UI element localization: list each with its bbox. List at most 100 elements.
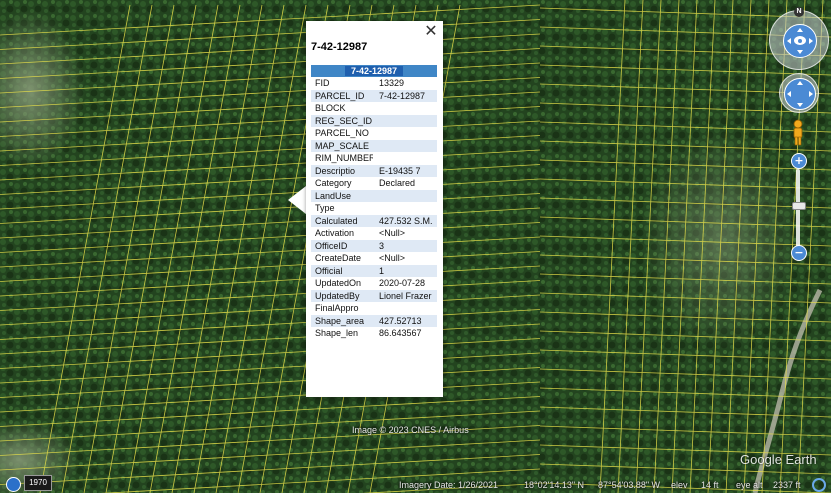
attribute-row: FinalAppro	[311, 302, 437, 315]
arrow-down-icon	[797, 50, 803, 54]
zoom-slider[interactable]: + −	[789, 153, 807, 261]
timeline-year[interactable]: 1970	[24, 475, 52, 491]
status-bar: Imagery Date: 1/26/2021 18°02'14.13" N 8…	[396, 478, 831, 493]
attribute-label: FinalAppro	[315, 303, 359, 314]
google-earth-logo: Google Earth	[740, 452, 817, 467]
attribute-row: Type	[311, 202, 437, 215]
arrow-up-icon	[797, 28, 803, 32]
historical-imagery-icon[interactable]	[6, 477, 21, 492]
attribute-value	[373, 102, 437, 115]
elev-label: elev	[671, 480, 688, 490]
attribute-row: Official 1	[311, 264, 438, 277]
attribute-label: BLOCK	[315, 103, 346, 114]
attribute-row: LandUse	[311, 189, 438, 202]
zoom-thumb[interactable]	[792, 202, 806, 210]
attribute-row: RIM_NUMBER	[311, 152, 437, 165]
attribute-row: Calculated 427.532 S.M.	[311, 214, 438, 227]
zoom-in-button[interactable]: +	[791, 153, 807, 169]
attribute-value	[373, 202, 437, 215]
attribute-label: REG_SEC_ID	[311, 114, 373, 127]
arrow-left-icon	[787, 38, 791, 44]
attribute-row: CreateDate <Null>	[311, 252, 437, 265]
attribute-value	[373, 302, 437, 315]
zoom-out-button[interactable]: −	[791, 245, 807, 261]
attribute-table: 7-42-12987 FID 13329 PARCEL_ID 7-42-12987 BL…	[311, 65, 438, 340]
attribute-row: REG_SEC_ID	[311, 114, 438, 127]
attribute-value: <Null>	[379, 253, 406, 264]
latitude: 18°02'14.13" N	[524, 480, 585, 490]
attribute-label: LandUse	[311, 189, 373, 202]
attribute-value: 13329	[379, 78, 405, 89]
attribute-row: UpdatedBy Lionel Frazer	[311, 289, 438, 302]
look-joystick[interactable]	[783, 24, 817, 58]
attribute-row: FID 13329	[311, 77, 437, 90]
arrow-left-icon	[787, 91, 791, 97]
attribute-row: Shape_area 427.52713	[311, 314, 438, 327]
street-view-pegman-icon[interactable]	[791, 119, 805, 147]
eye-alt-label: eye alt	[736, 480, 763, 490]
attribute-label: RIM_NUMBER	[315, 153, 373, 164]
elev-value: 14 ft	[701, 480, 719, 490]
attribute-label: UpdatedOn	[315, 278, 362, 289]
attribute-label: FID	[315, 78, 330, 89]
attribute-value: 2020-07-28	[379, 278, 426, 289]
attribute-row: MAP_SCALE	[311, 139, 438, 152]
attribute-label: Calculated	[311, 214, 373, 227]
imagery-copyright: Image © 2023 CNES / Airbus	[352, 425, 469, 435]
attribute-value: 427.532 S.M.	[373, 214, 438, 227]
arrow-right-icon	[809, 38, 813, 44]
attribute-label: Type	[315, 203, 335, 214]
arrow-right-icon	[809, 91, 813, 97]
north-indicator[interactable]: N	[794, 7, 804, 17]
attribute-label: Official	[311, 264, 373, 277]
attribute-value	[373, 114, 438, 127]
attribute-row: PARCEL_ID 7-42-12987	[311, 89, 438, 102]
longitude: 87°54'03.88" W	[598, 480, 661, 490]
move-control[interactable]	[779, 73, 819, 113]
attribute-value: <Null>	[379, 228, 406, 239]
attribute-label: Shape_len	[315, 328, 359, 339]
attribute-value: 3	[373, 239, 438, 252]
attribute-row: OfficeID 3	[311, 239, 438, 252]
attribute-value: Lionel Frazer	[373, 289, 438, 302]
attribute-value: 7-42-12987	[373, 89, 438, 102]
attribute-label: OfficeID	[311, 239, 373, 252]
attribute-label: CreateDate	[315, 253, 362, 264]
attribute-label: PARCEL_ID	[311, 89, 373, 102]
attribute-label: Category	[315, 178, 352, 189]
attribute-value: 1	[373, 264, 438, 277]
attribute-value	[373, 152, 437, 165]
attribute-label: Descriptio	[311, 164, 373, 177]
eye-alt-value: 2337 ft	[773, 480, 801, 490]
close-icon[interactable]: ✕	[423, 23, 439, 39]
arrow-down-icon	[797, 103, 803, 107]
attribute-row: UpdatedOn 2020-07-28	[311, 277, 437, 290]
attribute-value	[373, 127, 437, 140]
attribute-value: 427.52713	[373, 314, 438, 327]
imagery-date: Imagery Date: 1/26/2021	[399, 480, 499, 490]
attribute-row: PARCEL_NO	[311, 127, 437, 140]
feature-info-popup: ✕ 7-42-12987 7-42-12987 FID 13329 PARCEL_I…	[306, 21, 443, 397]
attribute-label: Shape_area	[311, 314, 373, 327]
pan-joystick[interactable]	[784, 78, 816, 110]
attribute-label: Activation	[315, 228, 355, 239]
attribute-row: Activation <Null>	[311, 227, 437, 240]
attribute-label: MAP_SCALE	[311, 139, 373, 152]
arrow-up-icon	[797, 81, 803, 85]
popup-pointer	[288, 186, 306, 214]
look-around-control[interactable]: N	[769, 7, 829, 70]
popup-title: 7-42-12987	[311, 41, 368, 53]
streaming-status-icon	[812, 478, 826, 492]
attribute-row: Shape_len 86.643567	[311, 327, 437, 340]
attribute-label: UpdatedBy	[311, 289, 373, 302]
attribute-row: Descriptio E-19435 7	[311, 164, 438, 177]
attribute-value	[373, 189, 438, 202]
attribute-value: 86.643567	[379, 328, 422, 339]
attribute-value	[373, 139, 438, 152]
attribute-value: E-19435 7	[373, 164, 438, 177]
attribute-row: BLOCK	[311, 102, 437, 115]
attribute-label: PARCEL_NO	[315, 128, 369, 139]
eye-icon	[794, 36, 806, 45]
table-header: 7-42-12987	[311, 65, 438, 77]
attribute-value: Declared	[379, 178, 416, 189]
